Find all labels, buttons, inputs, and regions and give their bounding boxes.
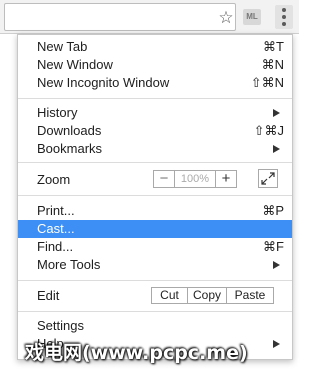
edit-button-group: Cut Copy Paste — [151, 287, 274, 304]
menu-item-label: Downloads — [37, 123, 102, 138]
submenu-arrow-icon — [273, 109, 280, 117]
zoom-in-button[interactable]: + — [215, 170, 236, 188]
menu-item-settings[interactable]: Settings — [18, 317, 292, 335]
menu-item-label: Bookmarks — [37, 141, 103, 156]
menu-item-new-incognito-window[interactable]: New Incognito Window ⇧⌘N — [18, 74, 292, 92]
menu-item-shortcut: ⌘N — [261, 57, 284, 72]
watermark-text: 戏电网(www.pcpc.me) — [25, 342, 248, 364]
menu-item-new-tab[interactable]: New Tab ⌘T — [18, 38, 292, 56]
menu-item-label: Zoom — [37, 172, 71, 187]
menu-item-label: Edit — [37, 288, 60, 303]
menu-kebab-icon[interactable] — [275, 5, 293, 29]
menu-item-new-window[interactable]: New Window ⌘N — [18, 56, 292, 74]
menu-item-shortcut: ⌘T — [263, 39, 284, 54]
zoom-control: − 100% + — [153, 170, 237, 188]
menu-item-label: New Incognito Window — [37, 75, 170, 90]
menu-separator — [18, 280, 292, 281]
menu-item-shortcut: ⌘F — [263, 239, 284, 254]
menu-item-label: Print... — [37, 203, 75, 218]
menu-item-bookmarks[interactable]: Bookmarks — [18, 140, 292, 158]
cut-button[interactable]: Cut — [152, 288, 188, 303]
menu-item-label: History — [37, 105, 78, 120]
menu-item-shortcut: ⇧⌘J — [253, 123, 284, 138]
copy-button[interactable]: Copy — [188, 288, 227, 303]
extension-icon[interactable]: ML — [243, 9, 261, 25]
zoom-level: 100% — [180, 173, 210, 185]
submenu-arrow-icon — [273, 261, 280, 269]
bookmark-star-icon[interactable]: ☆ — [217, 9, 235, 27]
submenu-arrow-icon — [273, 340, 280, 348]
address-bar[interactable]: ☆ — [4, 3, 236, 31]
menu-item-label: New Tab — [37, 39, 88, 54]
menu-separator — [18, 311, 292, 312]
submenu-arrow-icon — [273, 145, 280, 153]
menu-item-cast[interactable]: Cast... — [18, 220, 292, 238]
menu-item-history[interactable]: History — [18, 104, 292, 122]
menu-item-label: More Tools — [37, 257, 101, 272]
menu-item-label: New Window — [37, 57, 113, 72]
zoom-out-button[interactable]: − — [154, 170, 175, 188]
menu-separator — [18, 162, 292, 163]
menu-item-shortcut: ⇧⌘N — [250, 75, 284, 90]
menu-separator — [18, 98, 292, 99]
menu-item-shortcut: ⌘P — [262, 203, 284, 218]
menu-item-label: Settings — [37, 318, 84, 333]
menu-item-label: Find... — [37, 239, 74, 254]
browser-main-menu: New Tab ⌘T New Window ⌘N New Incognito W… — [17, 34, 293, 360]
browser-toolbar: ☆ ML — [0, 0, 299, 34]
menu-item-print[interactable]: Print... ⌘P — [18, 202, 292, 220]
menu-item-label: Cast... — [37, 221, 75, 236]
menu-item-downloads[interactable]: Downloads ⇧⌘J — [18, 122, 292, 140]
fullscreen-icon[interactable] — [258, 169, 278, 188]
menu-separator — [18, 195, 292, 196]
paste-button[interactable]: Paste — [227, 288, 273, 303]
menu-item-find[interactable]: Find... ⌘F — [18, 238, 292, 256]
menu-item-more-tools[interactable]: More Tools — [18, 256, 292, 274]
